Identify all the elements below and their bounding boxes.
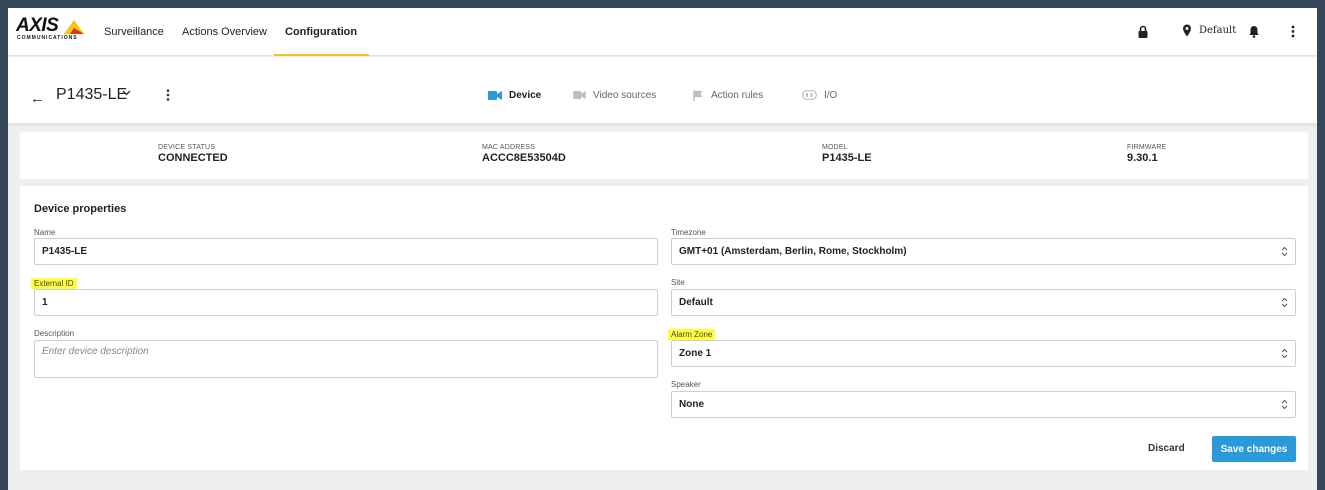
- speaker-label: Speaker: [671, 380, 701, 389]
- description-label: Description: [34, 329, 75, 338]
- tab-label: I/O: [824, 89, 838, 101]
- more-vertical-icon[interactable]: [1291, 25, 1295, 38]
- stat-value: CONNECTED: [158, 152, 228, 164]
- alarm-zone-value: Zone 1: [679, 348, 712, 359]
- site-value: Default: [679, 297, 713, 308]
- select-arrows-icon: [1281, 399, 1288, 410]
- site-selector[interactable]: Default: [1199, 25, 1236, 36]
- nav-surveillance[interactable]: Surveillance: [104, 8, 164, 56]
- device-status-card: DEVICE STATUS CONNECTED MAC ADDRESS ACCC…: [20, 132, 1308, 179]
- timezone-select[interactable]: GMT+01 (Amsterdam, Berlin, Rome, Stockho…: [671, 238, 1296, 265]
- tab-action-rules[interactable]: Action rules: [693, 88, 763, 102]
- video-camera-icon: [488, 90, 502, 100]
- section-title: Device properties: [34, 203, 127, 215]
- stat-value: P1435-LE: [822, 152, 872, 164]
- timezone-label: Timezone: [671, 228, 706, 237]
- video-camera-icon: [573, 91, 586, 99]
- discard-button[interactable]: Discard: [1148, 443, 1185, 454]
- tab-label: Action rules: [711, 89, 764, 101]
- logo-text: AXIS: [16, 15, 59, 36]
- tab-io[interactable]: I/O: [802, 88, 837, 102]
- stat-label: FIRMWARE: [1127, 144, 1167, 151]
- select-arrows-icon: [1281, 297, 1288, 308]
- back-arrow-icon[interactable]: ←: [30, 90, 45, 107]
- logo-triangle-icon: [64, 20, 84, 34]
- app-window: AXIS COMMUNICATIONS Surveillance Actions…: [8, 8, 1317, 490]
- device-name-title: P1435-LE: [56, 86, 128, 103]
- status-firmware: FIRMWARE 9.30.1: [1127, 144, 1166, 164]
- axis-logo[interactable]: AXIS COMMUNICATIONS: [16, 15, 86, 45]
- name-label: Name: [34, 228, 56, 237]
- select-arrows-icon: [1281, 348, 1288, 359]
- speaker-value: None: [679, 399, 704, 410]
- status-model: MODEL P1435-LE: [822, 144, 872, 164]
- external-id-input[interactable]: 1: [34, 289, 658, 316]
- description-textarea[interactable]: Enter device description: [34, 340, 658, 378]
- nav-configuration[interactable]: Configuration: [273, 8, 370, 56]
- stat-label: MAC ADDRESS: [482, 144, 536, 151]
- timezone-value: GMT+01 (Amsterdam, Berlin, Rome, Stockho…: [679, 246, 907, 257]
- location-pin-icon[interactable]: [1182, 24, 1192, 37]
- site-select[interactable]: Default: [671, 289, 1296, 316]
- select-arrows-icon: [1281, 246, 1288, 257]
- device-menu-icon[interactable]: [166, 89, 170, 101]
- name-input[interactable]: P1435-LE: [34, 238, 658, 265]
- top-navigation: AXIS COMMUNICATIONS Surveillance Actions…: [8, 8, 1317, 56]
- tab-label: Device: [509, 89, 542, 101]
- save-changes-button[interactable]: Save changes: [1212, 436, 1296, 462]
- nav-actions-overview[interactable]: Actions Overview: [182, 8, 267, 56]
- alarm-zone-select[interactable]: Zone 1: [671, 340, 1296, 367]
- stat-value: 9.30.1: [1127, 152, 1158, 164]
- chevron-down-icon[interactable]: [122, 90, 131, 96]
- speaker-select[interactable]: None: [671, 391, 1296, 418]
- flag-icon: [693, 89, 703, 101]
- alarm-zone-label: Alarm Zone: [668, 329, 716, 340]
- stat-value: ACCC8E53504D: [482, 152, 566, 164]
- device-header: ← P1435-LE Device Video sources Action r…: [8, 57, 1317, 123]
- status-mac-address: MAC ADDRESS ACCC8E53504D: [482, 144, 566, 164]
- device-properties-card: Device properties Name P1435-LE External…: [20, 186, 1308, 470]
- lock-icon[interactable]: [1138, 25, 1148, 38]
- io-port-icon: [802, 90, 817, 100]
- site-label: Site: [671, 278, 685, 287]
- tab-label: Video sources: [593, 89, 657, 101]
- external-id-label: External ID: [31, 278, 77, 289]
- bell-icon[interactable]: [1249, 25, 1259, 38]
- stat-label: DEVICE STATUS: [158, 144, 216, 151]
- tab-video-sources[interactable]: Video sources: [573, 88, 656, 102]
- logo-subtext: COMMUNICATIONS: [17, 35, 78, 41]
- tab-device[interactable]: Device: [488, 88, 541, 102]
- stat-label: MODEL: [822, 144, 848, 151]
- status-device-status: DEVICE STATUS CONNECTED: [158, 144, 228, 164]
